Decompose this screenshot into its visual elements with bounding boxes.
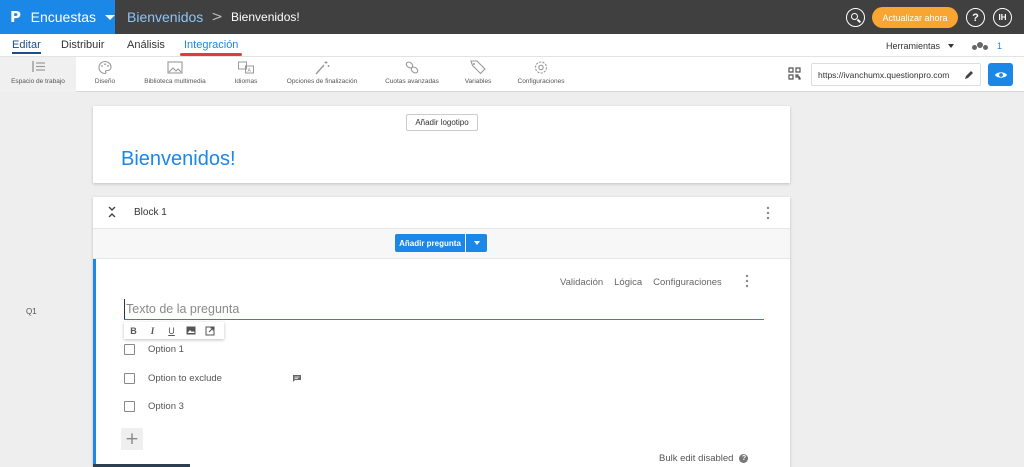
chevron-down-icon [948, 44, 955, 48]
question-settings-link[interactable]: Configuraciones [653, 277, 722, 288]
top-bar: P Encuestas Bienvenidos > Bienvenidos! A… [0, 0, 1024, 34]
question-number: Q1 [26, 307, 37, 316]
bold-button[interactable]: B [124, 322, 143, 339]
link-icon [405, 61, 419, 74]
help-icon[interactable]: ? [966, 8, 985, 27]
option-label[interactable]: Option 1 [148, 344, 184, 355]
bulk-edit-label: Bulk edit disabled [659, 453, 734, 464]
breadcrumb-separator: > [211, 9, 224, 25]
image-icon [167, 61, 183, 74]
insert-image-icon[interactable] [181, 322, 200, 339]
palette-icon [98, 60, 112, 75]
product-switcher[interactable]: P Encuestas [0, 0, 115, 34]
block-header: Block 1 [93, 197, 790, 229]
preview-button[interactable] [988, 63, 1013, 86]
translate-icon: A [238, 61, 254, 74]
welcome-card: Añadir logotipo Bienvenidos! [93, 106, 790, 183]
add-question-bar: Añadir pregunta [93, 229, 790, 259]
tool-advanced-quotas[interactable]: Cuotas avanzadas [381, 57, 443, 92]
more-vert-icon[interactable] [744, 274, 750, 288]
tab-editar[interactable]: Editar [12, 39, 41, 54]
survey-url-field[interactable]: https://ivanchumx.questionpro.com [811, 63, 981, 86]
bulk-edit-status: Bulk edit disabled ? [659, 453, 749, 464]
question-text-wrap [124, 299, 764, 320]
option-label[interactable]: Option 3 [148, 401, 184, 412]
tool-label: Biblioteca multimedia [144, 78, 206, 85]
tool-label: Configuraciones [517, 78, 565, 85]
tab-distribuir[interactable]: Distribuir [61, 39, 104, 51]
tools-label: Herramientas [886, 41, 941, 51]
svg-text:A: A [248, 68, 252, 74]
add-option-button[interactable]: + [121, 428, 143, 450]
product-title: Encuestas [30, 9, 96, 25]
avatar[interactable]: IH [993, 8, 1012, 27]
tool-end-options[interactable]: Opciones de finalización [281, 57, 363, 92]
qr-code-icon[interactable] [788, 67, 801, 80]
tool-variables[interactable]: Variables [462, 57, 494, 92]
block-title[interactable]: Block 1 [134, 207, 167, 218]
question-actions: Validación Lógica Configuraciones [560, 277, 733, 288]
format-toolbar: B I U [124, 322, 224, 339]
search-icon[interactable] [846, 8, 865, 27]
upgrade-button[interactable]: Actualizar ahora [872, 7, 958, 28]
tab-integracion[interactable]: Integración [179, 39, 243, 56]
block-card: Block 1 Añadir pregunta Validación Lógic… [93, 197, 790, 467]
option-row: Option to exclude [124, 373, 301, 384]
tool-label: Espacio de trabajo [11, 78, 65, 85]
tool-label: Cuotas avanzadas [385, 78, 439, 85]
questionpro-logo: P [10, 8, 21, 26]
tool-label: Diseño [94, 78, 116, 85]
option-checkbox[interactable] [124, 401, 135, 412]
collapse-icon[interactable] [107, 206, 117, 218]
tool-design[interactable]: Diseño [88, 57, 122, 92]
logic-link[interactable]: Lógica [614, 277, 642, 288]
tool-label: Opciones de finalización [286, 78, 358, 85]
eye-icon [994, 71, 1007, 78]
welcome-title[interactable]: Bienvenidos! [121, 148, 236, 171]
tool-label: Variables [464, 78, 492, 85]
option-checkbox[interactable] [124, 344, 135, 355]
tool-label: Idiomas [234, 78, 258, 85]
chevron-down-icon [105, 14, 115, 20]
tab-analisis[interactable]: Análisis [127, 39, 165, 51]
workspace-icon [32, 61, 45, 72]
option-row: Option 1 [124, 344, 184, 355]
comment-icon[interactable] [292, 374, 302, 383]
italic-button[interactable]: I [143, 322, 162, 339]
breadcrumb-folder[interactable]: Bienvenidos [127, 9, 203, 25]
more-vert-icon[interactable] [765, 206, 771, 220]
breadcrumb-survey: Bienvenidos! [231, 10, 300, 24]
people-icon [972, 41, 988, 51]
pencil-icon[interactable] [963, 69, 975, 81]
tool-media-library[interactable]: Biblioteca multimedia [136, 57, 214, 92]
add-logo-button[interactable]: Añadir logotipo [406, 114, 478, 131]
survey-url: https://ivanchumx.questionpro.com [818, 69, 950, 80]
validation-link[interactable]: Validación [560, 277, 603, 288]
question-text-input[interactable] [124, 299, 764, 319]
option-label[interactable]: Option to exclude [148, 373, 222, 384]
tool-settings[interactable]: Configuraciones [514, 57, 568, 92]
secondary-nav: Editar Distribuir Análisis Integración H… [0, 34, 1024, 57]
plus-icon: + [124, 428, 140, 449]
help-circle-icon[interactable]: ? [739, 454, 749, 463]
collaborators[interactable]: 1 [972, 41, 1002, 51]
add-question-button[interactable]: Añadir pregunta [395, 234, 465, 252]
tool-workspace[interactable]: Espacio de trabajo [0, 57, 76, 92]
gear-icon [534, 61, 548, 74]
tool-languages[interactable]: A Idiomas [228, 57, 264, 92]
magic-wand-icon [315, 61, 330, 75]
open-external-icon[interactable] [200, 322, 219, 339]
tools-menu[interactable]: Herramientas [886, 41, 955, 51]
underline-button[interactable]: U [162, 322, 181, 339]
tag-icon [470, 60, 486, 75]
chevron-down-icon [473, 241, 480, 245]
question-card: Validación Lógica Configuraciones B I U … [93, 259, 790, 467]
breadcrumb: Bienvenidos > Bienvenidos! [127, 9, 300, 25]
collaborators-count: 1 [997, 41, 1003, 51]
option-row: Option 3 [124, 401, 184, 412]
option-checkbox[interactable] [124, 373, 135, 384]
add-question-dropdown[interactable] [466, 234, 487, 252]
